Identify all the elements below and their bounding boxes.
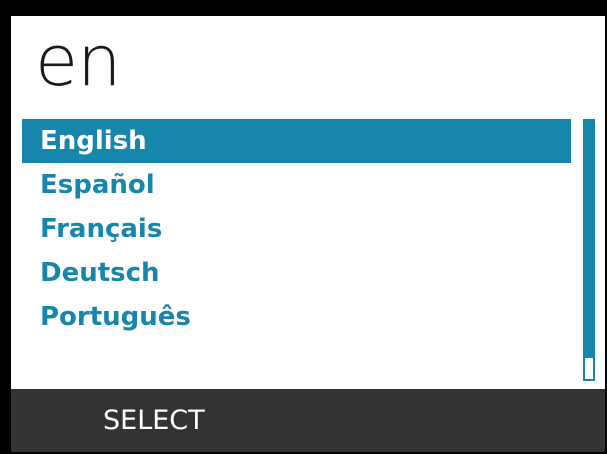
device-screen: en English Español Français Deutsch Port… [11,16,605,452]
list-item-portugues[interactable]: Português [22,295,571,339]
language-code-title: en [35,20,121,102]
list-item-francais[interactable]: Français [22,207,571,251]
list-item-deutsch[interactable]: Deutsch [22,251,571,295]
scrollbar[interactable] [583,119,595,381]
softkey-bar: SELECT [11,389,605,452]
select-button[interactable]: SELECT [103,389,205,452]
list-item-english[interactable]: English [22,119,571,163]
scrollbar-thumb[interactable] [585,121,593,359]
list-item-espanol[interactable]: Español [22,163,571,207]
language-list[interactable]: English Español Français Deutsch Portugu… [22,119,571,339]
